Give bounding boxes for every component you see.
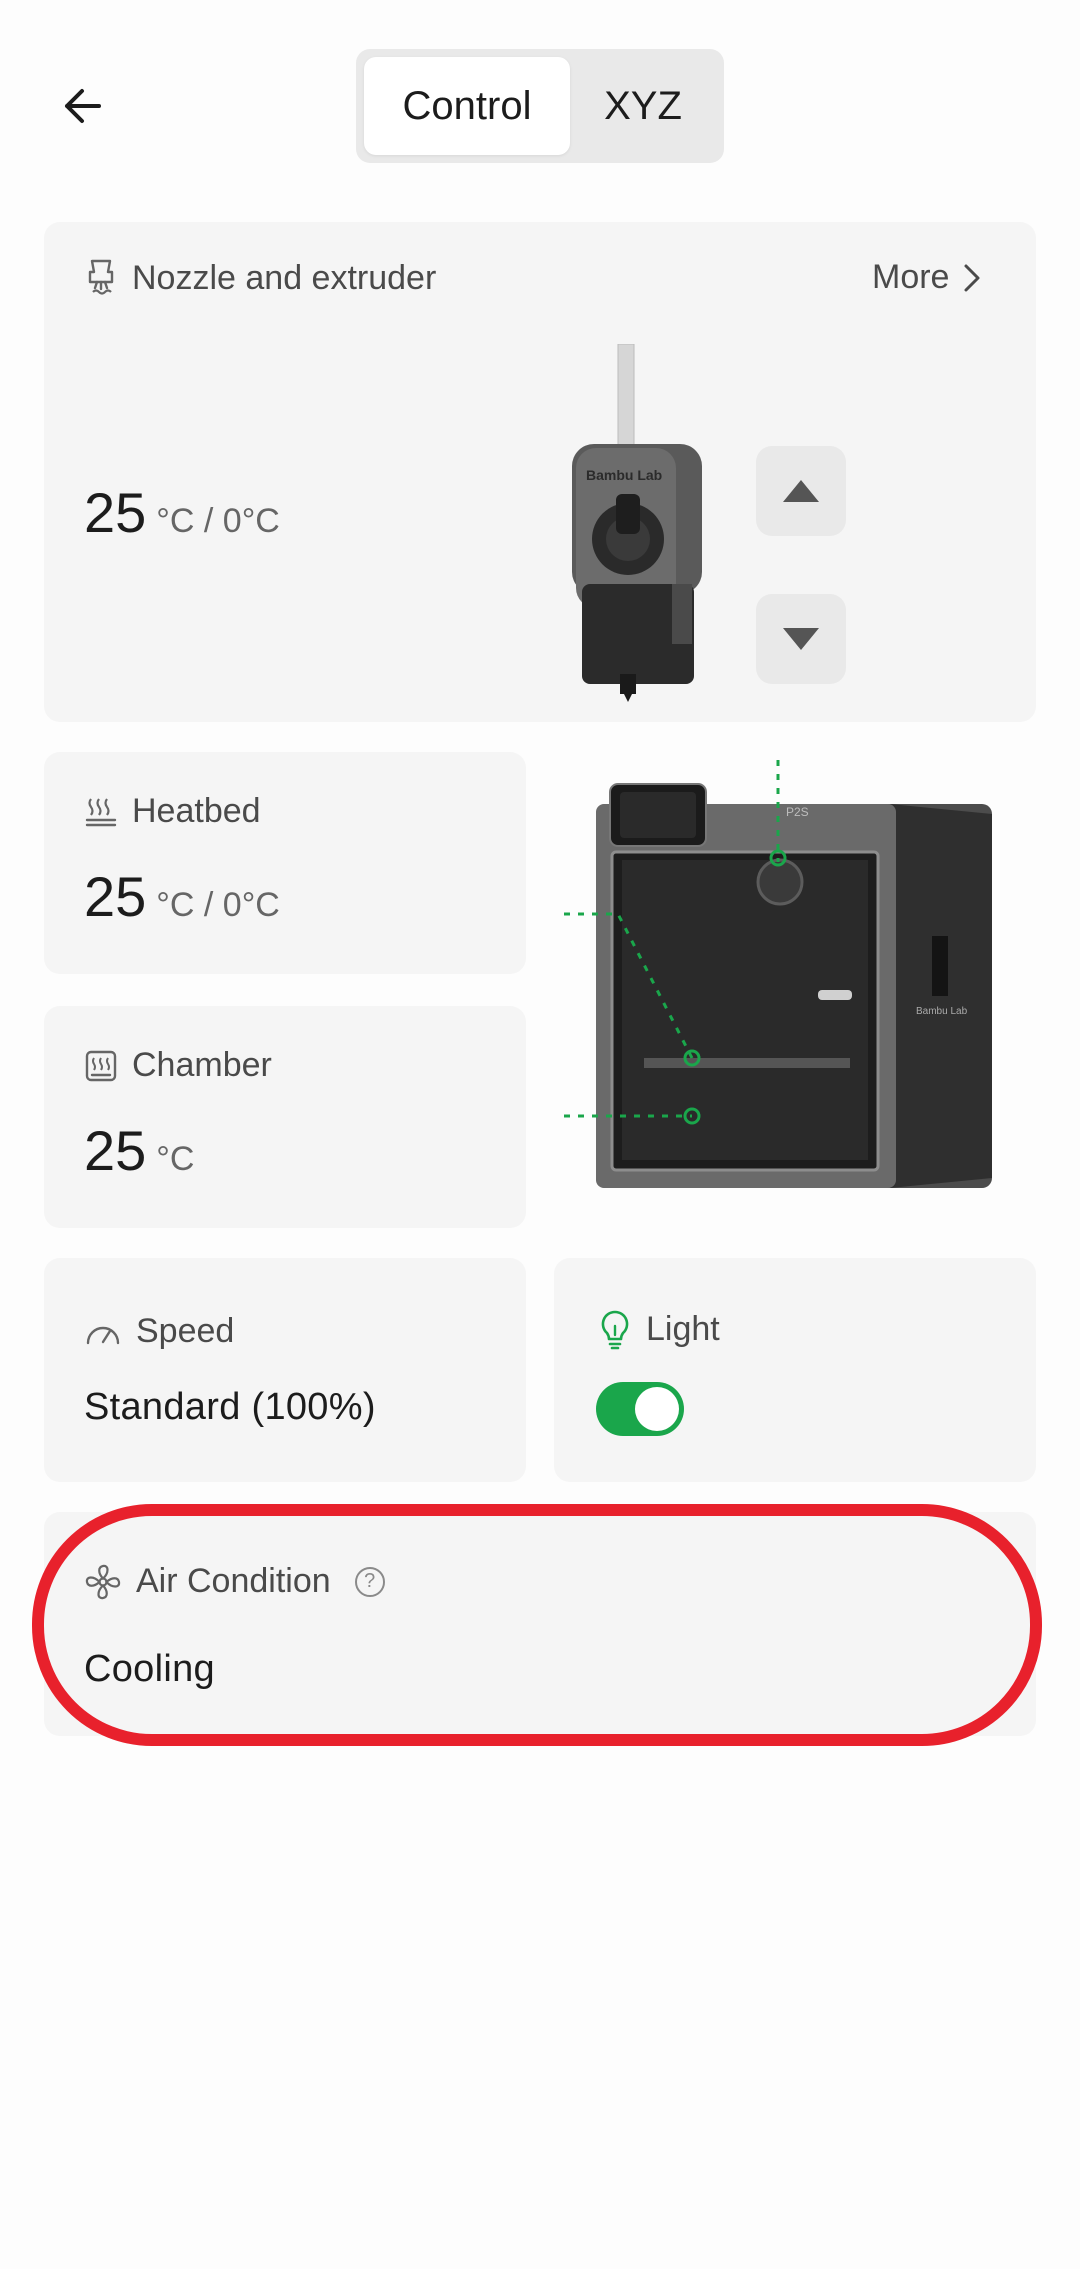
speedometer-icon bbox=[86, 1326, 120, 1344]
air-condition-card[interactable]: Air Condition ? Cooling bbox=[44, 1512, 1036, 1736]
extruder-brand-text: Bambu Lab bbox=[586, 467, 662, 483]
toggle-knob bbox=[635, 1387, 679, 1431]
decrease-button[interactable] bbox=[756, 594, 846, 684]
increase-button[interactable] bbox=[756, 446, 846, 536]
nozzle-card: Nozzle and extruder More 25 °C / 0°C Bamb… bbox=[44, 222, 1036, 722]
chamber-card[interactable]: Chamber 25 °C bbox=[44, 1006, 526, 1228]
heatbed-temp-value: 25 bbox=[84, 865, 147, 928]
lightbulb-icon bbox=[601, 1310, 629, 1350]
air-condition-title: Air Condition bbox=[136, 1562, 331, 1600]
extruder-image: Bambu Lab bbox=[572, 344, 702, 702]
heatbed-icon bbox=[85, 797, 117, 826]
light-card: Light bbox=[554, 1258, 1036, 1482]
nozzle-temp-value: 25 bbox=[84, 481, 147, 544]
speed-value: Standard (100%) bbox=[84, 1386, 376, 1428]
light-title: Light bbox=[646, 1309, 720, 1348]
chamber-card-header: Chamber bbox=[84, 1046, 272, 1085]
speed-card-header: Speed bbox=[84, 1312, 234, 1351]
nozzle-temp-unit: °C / 0°C bbox=[156, 502, 280, 540]
triangle-down-icon bbox=[783, 628, 819, 650]
more-label: More bbox=[872, 258, 950, 296]
nozzle-card-header: Nozzle and extruder bbox=[84, 258, 436, 298]
printer-image: Bambu Lab P2S bbox=[564, 760, 992, 1188]
chamber-icon bbox=[85, 1050, 117, 1081]
fan-icon bbox=[85, 1564, 121, 1599]
light-card-header: Light bbox=[598, 1308, 720, 1350]
chamber-temperature: 25 °C bbox=[84, 1118, 194, 1183]
tab-control[interactable]: Control bbox=[364, 57, 570, 155]
printer-model-text: P2S bbox=[786, 805, 809, 819]
heatbed-temp-unit: °C / 0°C bbox=[156, 886, 280, 924]
speed-card[interactable]: Speed Standard (100%) bbox=[44, 1258, 526, 1482]
nozzle-temperature: 25 °C / 0°C bbox=[84, 480, 280, 545]
printer-brand-text: Bambu Lab bbox=[916, 1006, 968, 1017]
mode-segmented-control: Control XYZ bbox=[356, 49, 724, 163]
heatbed-temperature: 25 °C / 0°C bbox=[84, 864, 280, 929]
heatbed-card[interactable]: Heatbed 25 °C / 0°C bbox=[44, 752, 526, 974]
extruder-icon bbox=[88, 259, 114, 295]
light-toggle[interactable] bbox=[596, 1382, 684, 1436]
back-button[interactable] bbox=[52, 76, 112, 136]
heatbed-title: Heatbed bbox=[132, 792, 261, 830]
heatbed-card-header: Heatbed bbox=[84, 792, 261, 831]
help-icon[interactable]: ? bbox=[354, 1566, 385, 1597]
arrow-left-icon bbox=[65, 89, 101, 123]
nozzle-title: Nozzle and extruder bbox=[132, 258, 437, 297]
air-condition-value: Cooling bbox=[84, 1648, 215, 1690]
more-link[interactable]: More bbox=[872, 258, 981, 297]
chamber-title: Chamber bbox=[132, 1046, 272, 1084]
speed-title: Speed bbox=[136, 1312, 235, 1350]
chevron-right-icon bbox=[964, 264, 980, 291]
tab-xyz[interactable]: XYZ bbox=[570, 57, 716, 155]
chamber-temp-unit: °C bbox=[156, 1140, 195, 1178]
chamber-temp-value: 25 bbox=[84, 1119, 147, 1182]
air-condition-card-header: Air Condition ? bbox=[84, 1562, 385, 1601]
triangle-up-icon bbox=[783, 480, 819, 502]
